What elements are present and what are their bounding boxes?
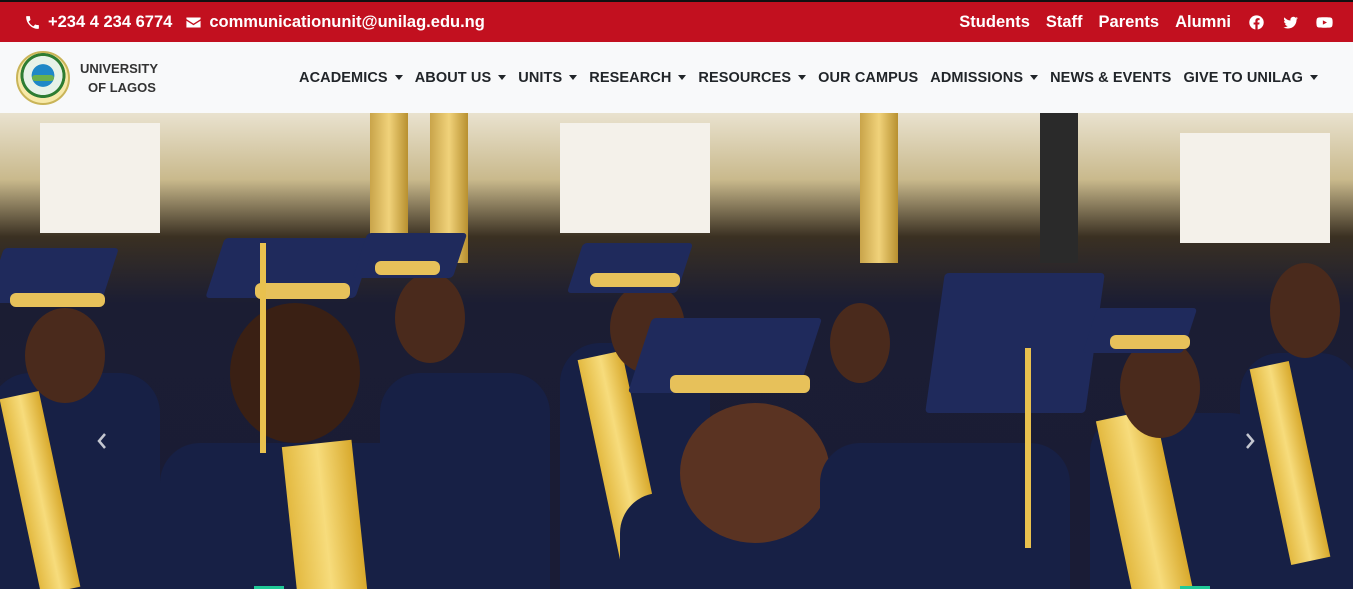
top-bar: +234 4 234 6774 communicationunit@unilag… bbox=[0, 0, 1353, 42]
nav-resources[interactable]: RESOURCES bbox=[698, 69, 807, 86]
university-logo bbox=[16, 50, 70, 105]
chevron-right-icon bbox=[1246, 433, 1255, 449]
cap-band bbox=[375, 261, 440, 275]
caret-down-icon bbox=[1310, 75, 1319, 80]
twitter-icon[interactable] bbox=[1282, 14, 1299, 31]
graduation-photo bbox=[0, 113, 1353, 589]
youtube-icon[interactable] bbox=[1316, 14, 1333, 31]
facebook-icon[interactable] bbox=[1248, 14, 1265, 31]
chevron-left-icon bbox=[97, 433, 106, 449]
link-staff[interactable]: Staff bbox=[1046, 13, 1083, 32]
hero-carousel bbox=[0, 113, 1353, 589]
caret-down-icon bbox=[394, 75, 403, 80]
cap-tassel bbox=[1025, 348, 1031, 548]
nav-research-label: RESEARCH bbox=[589, 69, 672, 86]
nav-our-campus[interactable]: OUR CAMPUS bbox=[818, 70, 918, 86]
phone-icon bbox=[24, 14, 41, 31]
nav-resources-label: RESOURCES bbox=[698, 69, 792, 86]
link-alumni[interactable]: Alumni bbox=[1175, 13, 1231, 32]
nav-give-to-unilag[interactable]: GIVE TO UNILAG bbox=[1183, 69, 1319, 86]
graduate-cap bbox=[925, 273, 1105, 413]
link-students[interactable]: Students bbox=[959, 13, 1030, 32]
graduate-face bbox=[230, 303, 360, 443]
nav-admissions-label: ADMISSIONS bbox=[930, 69, 1024, 86]
phone-contact[interactable]: +234 4 234 6774 bbox=[24, 13, 172, 32]
email-contact[interactable]: communicationunit@unilag.edu.ng bbox=[185, 13, 485, 32]
nav-academics[interactable]: ACADEMICS bbox=[299, 70, 403, 86]
brand-name: UNIVERSITY OF LAGOS bbox=[80, 59, 164, 97]
university-brand[interactable]: UNIVERSITY OF LAGOS bbox=[16, 50, 164, 105]
nav-news-events-label: NEWS & EVENTS bbox=[1050, 69, 1172, 86]
brand-line-2: OF LAGOS bbox=[88, 79, 156, 95]
cap-band bbox=[1110, 335, 1190, 349]
audience-links: Students Staff Parents Alumni bbox=[959, 13, 1333, 32]
envelope-icon bbox=[185, 14, 202, 31]
graduate-face bbox=[680, 403, 830, 543]
graduate-gown bbox=[380, 373, 550, 589]
caret-down-icon bbox=[569, 75, 578, 80]
cap-band bbox=[255, 283, 350, 299]
cap-band bbox=[10, 293, 105, 307]
phone-number: +234 4 234 6774 bbox=[48, 12, 173, 31]
nav-about-us[interactable]: ABOUT US bbox=[415, 70, 507, 86]
graduate-face bbox=[1120, 338, 1200, 438]
cap-band bbox=[590, 273, 680, 287]
nav-units[interactable]: UNITS bbox=[518, 69, 578, 86]
nav-news-events[interactable]: NEWS & EVENTS bbox=[1050, 70, 1171, 86]
nav-units-label: UNITS bbox=[518, 69, 563, 86]
nav-research[interactable]: RESEARCH bbox=[589, 69, 687, 86]
contact-info: +234 4 234 6774 communicationunit@unilag… bbox=[24, 13, 485, 32]
graduate-gown bbox=[820, 443, 1070, 589]
link-parents[interactable]: Parents bbox=[1099, 13, 1160, 32]
background-window bbox=[40, 123, 160, 233]
graduate-face bbox=[1270, 263, 1340, 358]
background-window bbox=[560, 123, 710, 233]
graduate-face bbox=[25, 308, 105, 403]
caret-down-icon bbox=[798, 75, 807, 80]
graduate-face bbox=[830, 303, 890, 383]
brand-line-1: UNIVERSITY bbox=[80, 60, 159, 76]
caret-down-icon bbox=[498, 75, 507, 80]
background-pillar bbox=[860, 113, 898, 263]
nav-academics-label: ACADEMICS bbox=[299, 69, 388, 86]
background-pillar bbox=[1040, 113, 1078, 263]
caret-down-icon bbox=[1030, 75, 1039, 80]
carousel-prev[interactable] bbox=[94, 428, 110, 454]
cap-tassel bbox=[260, 243, 266, 453]
cap-band bbox=[670, 375, 810, 393]
nav-about-us-label: ABOUT US bbox=[414, 69, 492, 86]
nav-menu: ACADEMICS ABOUT US UNITS RESEARCH RESOUR… bbox=[299, 70, 1330, 86]
main-navbar: UNIVERSITY OF LAGOS ACADEMICS ABOUT US U… bbox=[0, 42, 1353, 113]
nav-give-to-unilag-label: GIVE TO UNILAG bbox=[1183, 69, 1304, 86]
nav-admissions[interactable]: ADMISSIONS bbox=[930, 69, 1039, 86]
carousel-next[interactable] bbox=[1242, 428, 1258, 454]
caret-down-icon bbox=[678, 75, 687, 80]
email-address: communicationunit@unilag.edu.ng bbox=[209, 12, 485, 31]
background-window bbox=[1180, 133, 1330, 243]
graduate-face bbox=[395, 273, 465, 363]
nav-our-campus-label: OUR CAMPUS bbox=[818, 69, 919, 86]
